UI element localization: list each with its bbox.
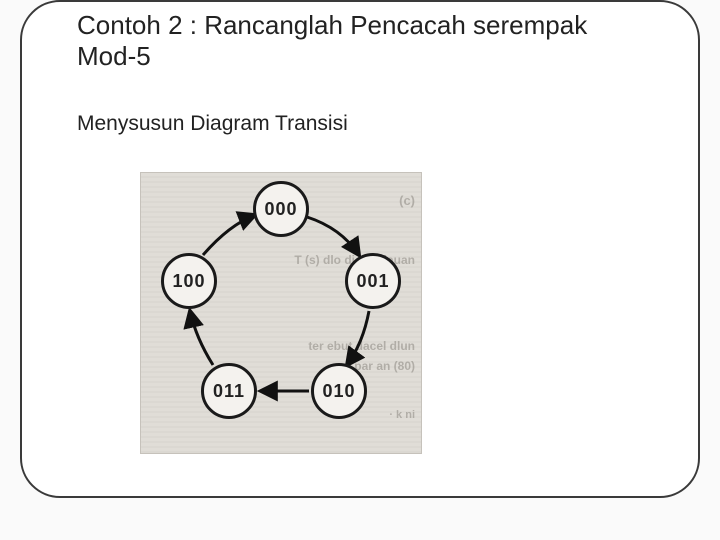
slide-title: Contoh 2 : Rancanglah Pencacah serempak … (77, 10, 637, 72)
slide-frame: Contoh 2 : Rancanglah Pencacah serempak … (20, 0, 700, 498)
state-011: 011 (201, 363, 257, 419)
state-000: 000 (253, 181, 309, 237)
slide-subtitle: Menysusun Diagram Transisi (77, 112, 698, 136)
state-010: 010 (311, 363, 367, 419)
state-100: 100 (161, 253, 217, 309)
state-001: 001 (345, 253, 401, 309)
transition-diagram: (c) T (s) dlo di txo tlauan ter ebut dac… (140, 172, 422, 454)
